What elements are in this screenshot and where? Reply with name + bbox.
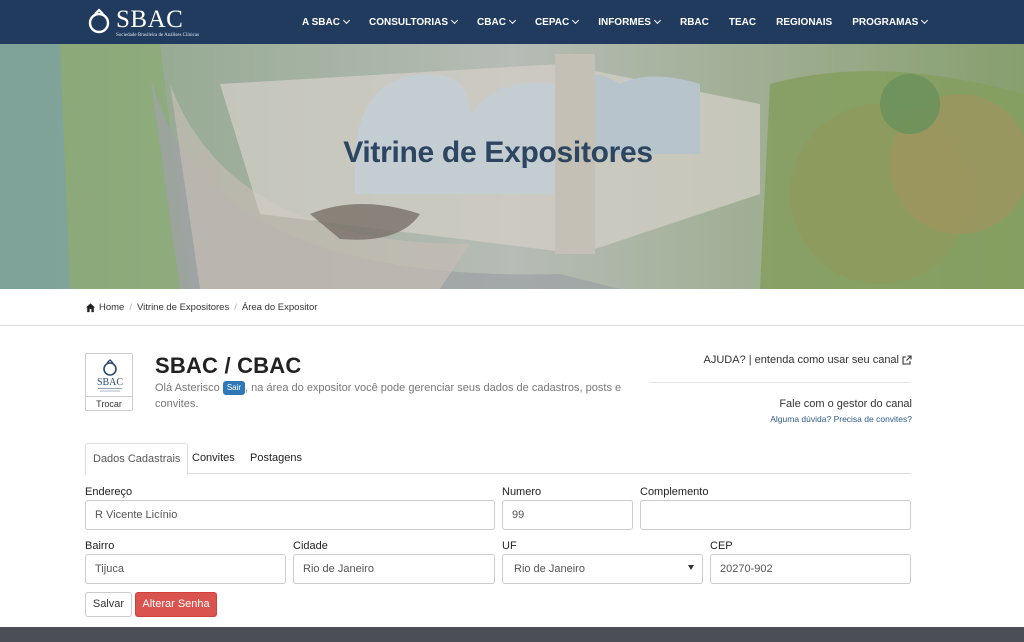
contact-manager-title[interactable]: Fale com o gestor do canal: [779, 398, 912, 410]
cep-label: CEP: [710, 540, 733, 552]
menu-item-regionais[interactable]: REGIONAIS: [776, 17, 832, 28]
menu-label: CEPAC: [534, 16, 570, 28]
complemento-field[interactable]: [640, 500, 911, 530]
menu-label: INFORMES: [598, 16, 651, 28]
menu-label: RBAC: [679, 16, 709, 28]
tab-convites[interactable]: Convites: [185, 443, 242, 474]
exhibitor-name: SBAC / CBAC: [155, 353, 302, 378]
sbac-logo-mark: [88, 8, 110, 34]
change-password-button[interactable]: Alterar Senha: [135, 592, 217, 617]
help-link-text: AJUDA? | entenda como usar seu canal: [703, 354, 899, 366]
menu-item-teac[interactable]: TEAC: [729, 17, 756, 28]
welcome-prefix: Olá Asterisco: [155, 382, 220, 394]
breadcrumb-separator: /: [234, 301, 237, 313]
breadcrumb-home[interactable]: Home: [99, 302, 124, 313]
numero-field[interactable]: 99: [502, 500, 633, 530]
hero-banner: Vitrine de Expositores: [0, 44, 1024, 289]
endereco-label: Endereço: [85, 486, 133, 498]
bairro-field[interactable]: Tijuca: [85, 554, 286, 584]
exhibitor-logo-text: SBAC: [97, 377, 123, 388]
caret-down-icon: [688, 565, 694, 570]
brand-name: SBAC: [116, 6, 184, 33]
menu-item-cbac[interactable]: CBAC: [477, 16, 516, 28]
cidade-field[interactable]: Rio de Janeiro: [293, 554, 495, 584]
complemento-label: Complemento: [640, 486, 709, 498]
uf-label: UF: [502, 540, 517, 552]
endereco-field[interactable]: R Vicente Licínio: [85, 500, 495, 530]
menu-label: REGIONAIS: [776, 16, 833, 28]
help-link[interactable]: AJUDA? | entenda como usar seu canal: [704, 354, 912, 366]
top-navbar: SBAC Sociedade Brasileira de Análises Cl…: [0, 0, 1024, 44]
menu-label: CBAC: [477, 16, 506, 28]
chevron-down-icon: [451, 16, 459, 25]
main-menu: A SBAC CONSULTORIAS CBAC CEPAC INFORMES …: [292, 0, 937, 44]
menu-item-cepac[interactable]: CEPAC: [534, 16, 580, 28]
breadcrumb-current: Área do Expositor: [241, 301, 318, 313]
tab-bar: Dados Cadastrais Convites Postagens: [85, 443, 911, 475]
menu-item-rbac[interactable]: RBAC: [680, 17, 709, 28]
external-link-icon: [902, 355, 912, 365]
divider: [649, 382, 911, 383]
menu-item-consultorias[interactable]: CONSULTORIAS: [368, 16, 459, 28]
logout-button[interactable]: Sair: [222, 381, 246, 396]
chevron-down-icon: [653, 16, 662, 25]
menu-label: TEAC: [728, 16, 757, 28]
menu-item-informes[interactable]: INFORMES: [598, 16, 662, 28]
chevron-down-icon: [572, 16, 580, 25]
chevron-down-icon: [342, 16, 351, 25]
menu-label: PROGRAMAS: [852, 16, 919, 28]
breadcrumb: Home / Vitrine de Expositores / Área do …: [0, 289, 1024, 326]
uf-select[interactable]: Rio de Janeiro: [502, 554, 703, 584]
chevron-down-icon: [921, 16, 929, 25]
welcome-message: Olá Asterisco Sair, na área do expositor …: [155, 380, 625, 412]
save-button[interactable]: Salvar: [85, 592, 132, 617]
contact-manager-link[interactable]: Alguma dúvida? Precisa de convites?: [770, 414, 912, 424]
footer: [0, 627, 1024, 642]
home-icon: [85, 302, 96, 312]
bairro-label: Bairro: [85, 540, 115, 552]
sbac-logo[interactable]: SBAC Sociedade Brasileira de Análises Cl…: [86, 6, 200, 40]
uf-selected-value: Rio de Janeiro: [514, 563, 585, 575]
chevron-down-icon: [508, 16, 516, 25]
brand-subtitle: Sociedade Brasileira de Análises Clínica…: [116, 33, 200, 38]
cep-field[interactable]: 20270-902: [710, 554, 911, 584]
exhibitor-logo: SBAC Trocar: [85, 353, 133, 411]
menu-label: CONSULTORIAS: [368, 16, 449, 28]
menu-item-a-sbac[interactable]: A SBAC: [302, 16, 351, 28]
menu-label: A SBAC: [302, 16, 340, 28]
page-title: Vitrine de Expositores: [343, 136, 653, 169]
cidade-label: Cidade: [293, 540, 328, 552]
breadcrumb-vitrine[interactable]: Vitrine de Expositores: [137, 302, 229, 313]
tab-dados-cadastrais[interactable]: Dados Cadastrais: [85, 443, 189, 475]
exhibitor-logo-image: SBAC: [97, 359, 123, 392]
tab-postagens[interactable]: Postagens: [243, 443, 309, 474]
breadcrumb-separator: /: [129, 301, 132, 313]
menu-item-programas[interactable]: PROGRAMAS: [852, 16, 929, 28]
change-logo-button[interactable]: Trocar: [86, 396, 132, 410]
numero-label: Numero: [502, 486, 542, 498]
